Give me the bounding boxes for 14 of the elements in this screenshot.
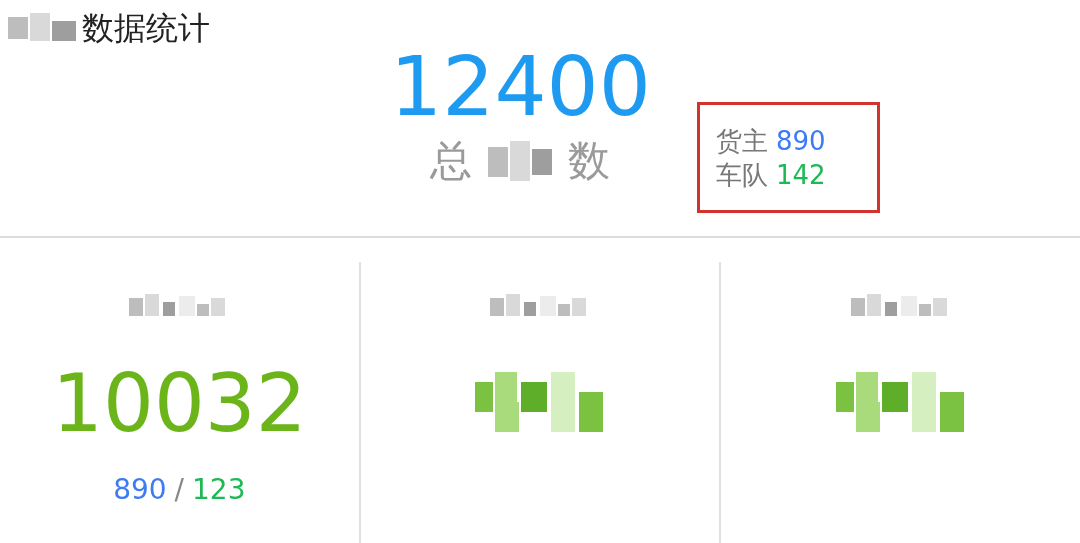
redaction-mosaic	[488, 141, 553, 181]
total-label: 数	[568, 140, 611, 182]
breakdown-value: 142	[775, 161, 826, 188]
separator: /	[174, 476, 185, 504]
stat-value: 10032	[52, 364, 307, 444]
breakdown-label: 车队	[715, 161, 768, 188]
total-label: 总	[430, 140, 473, 182]
stat-sub-value: 123	[192, 476, 246, 504]
page-title: 数据统计	[82, 12, 210, 44]
stat-sub-value: 890	[113, 476, 167, 504]
breakdown-label: 货主	[715, 127, 768, 154]
redaction-mosaic	[8, 13, 78, 43]
breakdown-value: 890	[775, 127, 826, 154]
total-count: 12400	[390, 46, 651, 128]
